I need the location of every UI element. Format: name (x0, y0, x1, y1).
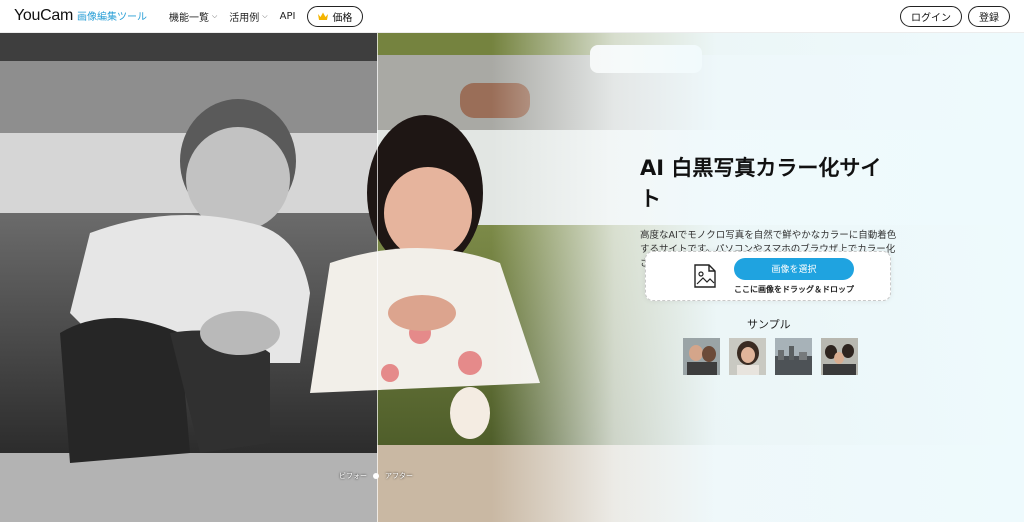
chevron-down-icon: ⌵ (262, 11, 268, 20)
sample-thumb-family[interactable] (821, 338, 858, 375)
samples-heading: サンプル (747, 318, 791, 331)
hero-section: ビフォー アフター AI 白黒写真カラー化サイト 高度なAIでモノクロ写真を自然… (0, 33, 1024, 522)
nav-api-label: API (279, 10, 296, 22)
sample-list (683, 338, 858, 375)
brand-name: YouCam (14, 7, 73, 24)
auth-buttons: ログイン 登録 (900, 5, 1010, 27)
pricing-button[interactable]: 価格 (307, 5, 364, 27)
nav-api[interactable]: API (280, 11, 296, 22)
image-file-icon (694, 264, 716, 288)
pricing-label: 価格 (332, 12, 353, 24)
nav-features-label: 機能一覧 (168, 12, 209, 24)
page-title: AI 白黒写真カラー化サイト (640, 156, 882, 211)
brand-logo[interactable]: YouCam 画像編集ツール (14, 7, 147, 25)
nav-features[interactable]: 機能一覧 ⌵ (169, 9, 217, 24)
sample-thumb-woman[interactable] (729, 338, 766, 375)
crown-icon (318, 12, 329, 20)
before-half (0, 33, 377, 522)
main-nav: 機能一覧 ⌵ 活用例 ⌵ API 価格 (169, 5, 364, 27)
upload-actions: 画像を選択 ここに画像をドラッグ＆ドロップ (734, 257, 854, 295)
before-label: ビフォー (339, 472, 367, 480)
sample-thumb-city[interactable] (775, 338, 812, 375)
chevron-down-icon: ⌵ (211, 11, 218, 20)
after-label: アフター (385, 472, 413, 480)
drag-drop-hint: ここに画像をドラッグ＆ドロップ (734, 284, 854, 294)
nav-use-cases[interactable]: 活用例 ⌵ (229, 9, 267, 24)
upload-dropzone[interactable]: 画像を選択 ここに画像をドラッグ＆ドロップ (645, 251, 891, 301)
top-navbar: YouCam 画像編集ツール 機能一覧 ⌵ 活用例 ⌵ API 価格 ログイン … (0, 0, 1024, 33)
before-after-divider[interactable] (377, 33, 378, 522)
slider-handle-icon[interactable] (373, 473, 379, 479)
login-button[interactable]: ログイン (900, 5, 962, 27)
nav-use-cases-label: 活用例 (229, 12, 260, 24)
before-after-labels: ビフォー アフター (339, 471, 413, 481)
signup-button[interactable]: 登録 (968, 5, 1010, 27)
brand-subtitle: 画像編集ツール (76, 12, 147, 23)
select-image-button[interactable]: 画像を選択 (734, 257, 854, 280)
sample-thumb-couple[interactable] (683, 338, 720, 375)
